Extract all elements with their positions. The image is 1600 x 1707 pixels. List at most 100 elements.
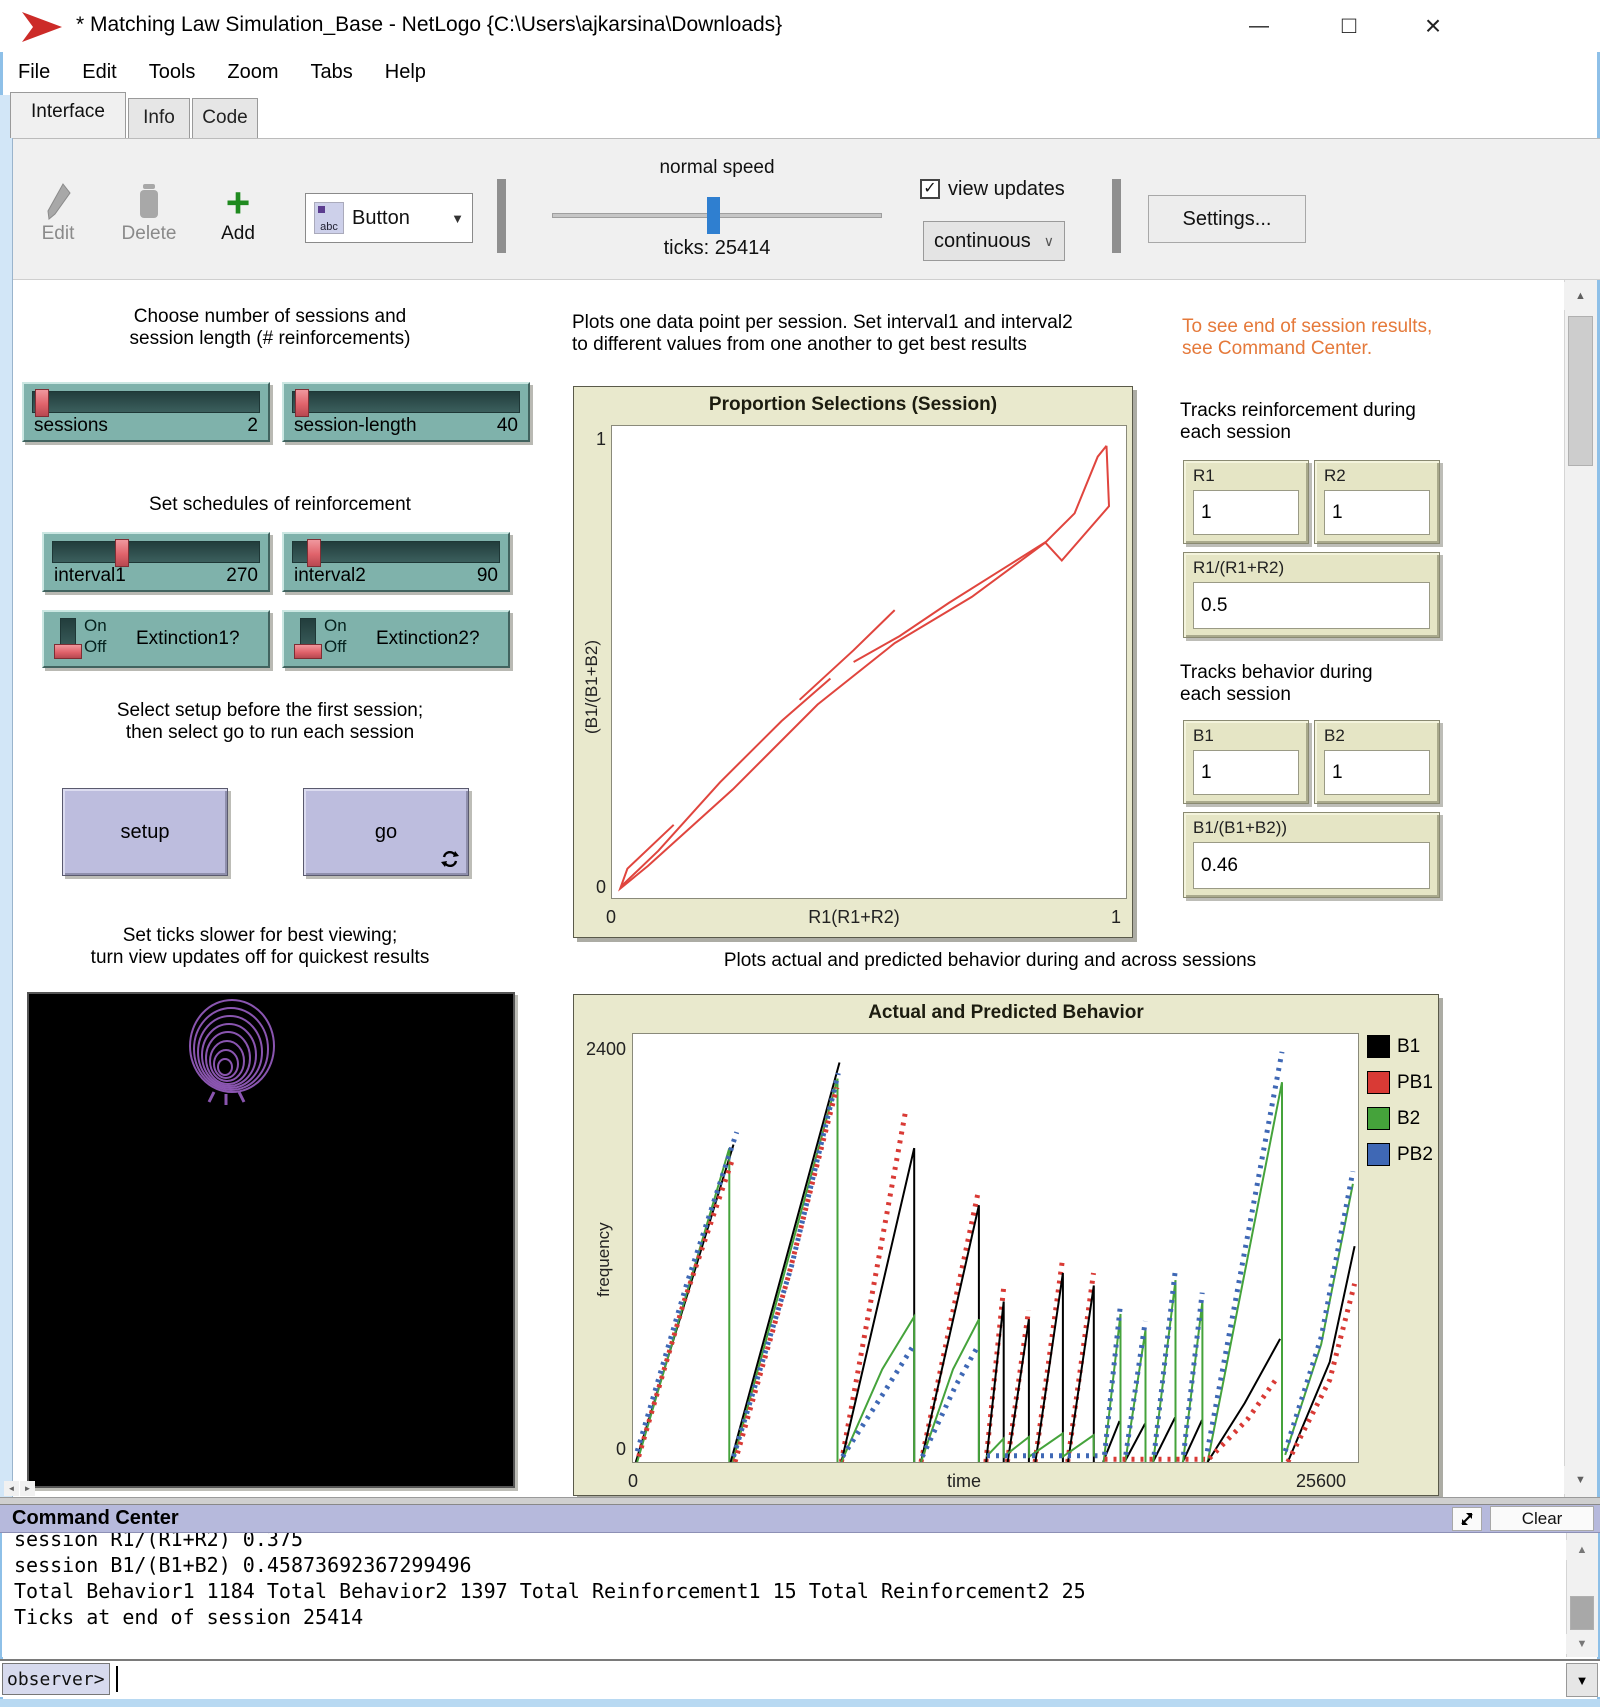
- plot1-caption: Plots one data point per session. Set in…: [572, 312, 1117, 356]
- switch-handle[interactable]: [54, 644, 82, 659]
- go-button[interactable]: go: [303, 788, 469, 876]
- switch-extinction2[interactable]: On Off Extinction2?: [282, 610, 510, 668]
- slider-track[interactable]: [32, 391, 260, 413]
- y-tick-min: 0: [602, 1439, 626, 1460]
- slider-interval1[interactable]: interval1270: [42, 532, 270, 592]
- close-button[interactable]: ×: [1410, 8, 1456, 44]
- y-axis-label: frequency: [594, 1175, 614, 1345]
- menu-tabs[interactable]: Tabs: [297, 57, 367, 88]
- menu-file[interactable]: File: [4, 57, 64, 88]
- add-widget-button[interactable]: + Add: [210, 157, 266, 245]
- command-scrollbar-thumb[interactable]: [1570, 1596, 1594, 1630]
- interface-scrollbar-thumb[interactable]: [1568, 316, 1593, 466]
- switch-name: Extinction2?: [376, 628, 480, 650]
- slider-value: 40: [497, 415, 518, 437]
- speed-slider-thumb[interactable]: [707, 197, 720, 234]
- monitor-b-ratio: B1/(B1+B2))0.46: [1183, 812, 1440, 898]
- menu-tools[interactable]: Tools: [135, 57, 210, 88]
- switch-on-label: On: [324, 617, 347, 635]
- scroll-up-icon[interactable]: ▲: [1566, 1540, 1598, 1560]
- slider-handle[interactable]: [307, 539, 321, 567]
- legend-item-b2: B2: [1367, 1107, 1420, 1130]
- menu-bar: File Edit Tools Zoom Tabs Help: [4, 52, 1594, 92]
- forever-icon: [440, 849, 460, 869]
- title-bar: * Matching Law Simulation_Base - NetLogo…: [0, 0, 1600, 52]
- switch-off-label: Off: [84, 638, 106, 656]
- view-updates-checkbox[interactable]: ✓: [920, 179, 940, 199]
- world-view: [27, 992, 515, 1488]
- scroll-up-icon[interactable]: ▲: [1564, 282, 1597, 310]
- monitor-r1: R11: [1183, 460, 1309, 544]
- slider-interval2[interactable]: interval290: [282, 532, 510, 592]
- slider-handle[interactable]: [295, 389, 309, 417]
- slider-name: sessions: [34, 415, 108, 437]
- menu-edit[interactable]: Edit: [68, 57, 130, 88]
- maximize-button[interactable]: □: [1326, 8, 1372, 44]
- slider-session-length[interactable]: session-length 40: [282, 382, 530, 442]
- behavior-group-label: Tracks behavior during each session: [1180, 662, 1470, 706]
- legend-swatch-b1: [1367, 1035, 1390, 1058]
- minimize-button[interactable]: —: [1236, 8, 1282, 44]
- widget-type-label: Button: [352, 207, 410, 230]
- note-setup-go: Select setup before the first session; t…: [40, 700, 500, 744]
- widget-type-selector[interactable]: abc Button ▼: [305, 193, 473, 243]
- tab-code[interactable]: Code: [192, 98, 258, 138]
- reinforcement-group-label: Tracks reinforcement during each session: [1180, 400, 1470, 444]
- x-axis-label: R1(R1+R2): [684, 907, 1024, 928]
- delete-widget-button[interactable]: Delete: [112, 161, 186, 245]
- slider-handle[interactable]: [35, 389, 49, 417]
- tab-interface[interactable]: Interface: [10, 92, 126, 138]
- monitor-b1: B11: [1183, 720, 1309, 804]
- tab-info[interactable]: Info: [128, 98, 190, 138]
- view-updates-label: view updates: [948, 178, 1065, 201]
- monitor-b2: B21: [1314, 720, 1440, 804]
- y-tick-min: 0: [582, 877, 606, 898]
- monitor-r2: R21: [1314, 460, 1440, 544]
- behavior-chart: [633, 1034, 1358, 1462]
- switch-extinction1[interactable]: On Off Extinction1?: [42, 610, 270, 668]
- setup-button[interactable]: setup: [62, 788, 228, 876]
- update-mode-dropdown[interactable]: continuous ∨: [923, 221, 1065, 261]
- slider-track[interactable]: [292, 541, 500, 563]
- legend-item-pb2: PB2: [1367, 1143, 1433, 1166]
- expand-command-center-button[interactable]: [1452, 1507, 1482, 1531]
- command-center-splitter[interactable]: [0, 1497, 1600, 1505]
- switch-name: Extinction1?: [136, 628, 240, 650]
- slider-sessions[interactable]: sessions2: [22, 382, 270, 442]
- switch-handle[interactable]: [294, 644, 322, 659]
- edit-widget-button[interactable]: Edit: [28, 161, 88, 245]
- plot-title: Proportion Selections (Session): [574, 394, 1132, 416]
- turtle-rose: [29, 994, 517, 1486]
- scroll-left-icon[interactable]: ◄: [4, 1481, 19, 1496]
- window-title: * Matching Law Simulation_Base - NetLogo…: [76, 13, 782, 37]
- scroll-down-icon[interactable]: ▼: [1566, 1634, 1598, 1654]
- history-dropdown-button[interactable]: ▼: [1566, 1663, 1598, 1697]
- scroll-down-icon[interactable]: ▼: [1564, 1466, 1597, 1494]
- abc-widget-icon: abc: [314, 202, 344, 234]
- slider-name: session-length: [294, 415, 417, 437]
- y-tick-max: 2400: [578, 1039, 626, 1060]
- slider-handle[interactable]: [115, 539, 129, 567]
- note-view-updates: Set ticks slower for best viewing; turn …: [20, 925, 500, 969]
- slider-value: 270: [226, 565, 258, 587]
- trash-icon: [135, 181, 163, 223]
- slider-track[interactable]: [292, 391, 520, 413]
- menu-zoom[interactable]: Zoom: [213, 57, 292, 88]
- plot-actual-predicted: Actual and Predicted Behavior 2400 0 fre…: [573, 994, 1439, 1496]
- legend-swatch-pb2: [1367, 1143, 1390, 1166]
- chevron-down-icon: ▼: [451, 211, 464, 226]
- slider-track[interactable]: [52, 541, 260, 563]
- legend-swatch-pb1: [1367, 1071, 1390, 1094]
- x-tick-min: 0: [606, 907, 616, 928]
- command-input[interactable]: [112, 1663, 1562, 1695]
- settings-button[interactable]: Settings...: [1148, 195, 1306, 243]
- clear-button[interactable]: Clear: [1490, 1506, 1594, 1531]
- tab-bar: Interface Info Code: [6, 92, 1596, 138]
- pencil-icon: [43, 181, 73, 223]
- x-axis-label: time: [904, 1471, 1024, 1492]
- x-tick-min: 0: [628, 1471, 638, 1492]
- menu-help[interactable]: Help: [371, 57, 440, 88]
- command-center-title: Command Center: [12, 1507, 179, 1530]
- scroll-right-icon[interactable]: ►: [20, 1481, 35, 1496]
- background-window-sliver: [0, 95, 13, 1497]
